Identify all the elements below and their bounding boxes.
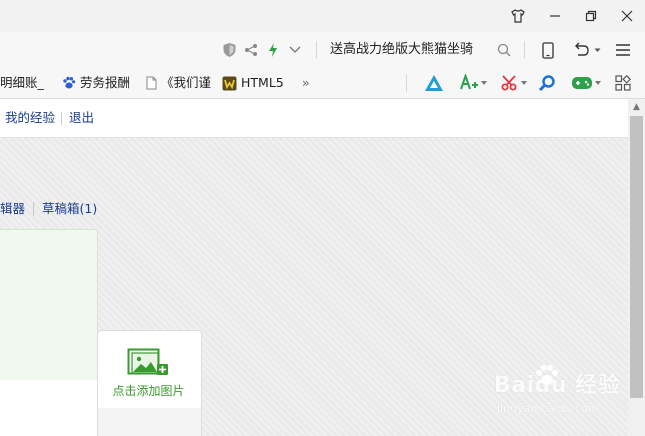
search-box-text[interactable]: 送高战力绝版大熊猫坐骑 [330, 32, 473, 68]
undo-close-tab-button[interactable] [570, 32, 604, 68]
extension-screenshot[interactable] [498, 68, 530, 98]
drafts-tab[interactable]: 草稿箱(1) [42, 200, 97, 218]
triangle-extension-icon [425, 75, 443, 91]
lightning-icon [269, 43, 277, 57]
extension-search[interactable] [537, 68, 557, 98]
toolbar-divider [406, 74, 407, 92]
user-bar [0, 99, 628, 138]
bookmark-label: HTML5 [241, 75, 284, 90]
editor-body[interactable] [0, 380, 98, 436]
bookmark-label: 劳务报酬 [80, 75, 131, 90]
extension-games[interactable] [568, 68, 604, 98]
bookmark-label: » [302, 75, 310, 90]
shield-icon [223, 43, 235, 57]
magnifier-icon [538, 75, 555, 92]
bookmark-label: 明细账_ [0, 75, 44, 90]
menu-icon [616, 44, 630, 56]
close-icon [621, 10, 633, 22]
add-image-card-footer [97, 408, 202, 436]
skin-button[interactable] [500, 0, 536, 32]
scissors-icon [501, 75, 517, 91]
phone-icon [542, 41, 554, 59]
bookmark-item[interactable]: 明细账_ [0, 68, 44, 98]
baidu-watermark-url: jingyan.baidu.com [497, 402, 599, 415]
chevron-down-icon [594, 48, 601, 52]
minimize-icon [550, 15, 560, 17]
search-button[interactable] [495, 32, 513, 68]
restore-icon [585, 10, 597, 22]
security-shield-button[interactable] [220, 32, 238, 68]
share-button[interactable] [243, 32, 259, 68]
mobile-button[interactable] [538, 32, 558, 68]
chevron-down-icon [289, 46, 301, 53]
link-divider [61, 112, 62, 125]
chevron-down-icon [521, 81, 527, 85]
bookmark-item[interactable]: HTML5 [222, 68, 284, 98]
paw-icon [63, 76, 76, 89]
logout-link[interactable]: 退出 [69, 99, 94, 137]
minimize-button[interactable] [537, 0, 573, 32]
scroll-up-arrow[interactable]: ▲ [628, 99, 645, 115]
add-image-icon [127, 348, 169, 381]
restore-button[interactable] [573, 0, 609, 32]
bookmarks-overflow-button[interactable]: » [302, 68, 310, 98]
bookmark-item[interactable]: 劳务报酬 [62, 68, 130, 98]
extensions-grid-button[interactable] [613, 68, 633, 98]
close-button[interactable] [609, 0, 645, 32]
bookmark-item[interactable]: 《我们谨 [146, 68, 211, 98]
paw-icon [534, 364, 560, 391]
extension-triangle[interactable] [423, 68, 445, 98]
main-menu-button[interactable] [612, 32, 634, 68]
chevron-down-icon [595, 81, 601, 85]
editor-panel[interactable] [0, 229, 98, 381]
apps-grid-icon [615, 75, 631, 91]
tab-divider [33, 202, 34, 216]
share-icon [245, 44, 257, 56]
bookmark-label: 《我们谨 [161, 75, 212, 90]
page-icon [146, 76, 157, 90]
tshirt-icon [511, 9, 525, 23]
editor-tab[interactable]: 辑器 [0, 200, 25, 218]
toolbar-divider [524, 41, 525, 59]
translate-icon [460, 74, 478, 90]
mode-dropdown[interactable] [287, 32, 303, 68]
search-icon [497, 43, 511, 57]
chevron-down-icon [481, 81, 487, 85]
my-experience-link[interactable]: 我的经验 [5, 99, 55, 137]
html5-icon [222, 76, 237, 90]
toolbar-divider [316, 41, 317, 59]
scrollbar-thumb[interactable] [630, 116, 643, 398]
extension-translate[interactable] [456, 68, 490, 98]
undo-icon [575, 42, 589, 56]
speed-mode-button[interactable] [266, 32, 280, 68]
gamepad-icon [572, 77, 592, 89]
add-image-label[interactable]: 点击添加图片 [97, 382, 200, 399]
